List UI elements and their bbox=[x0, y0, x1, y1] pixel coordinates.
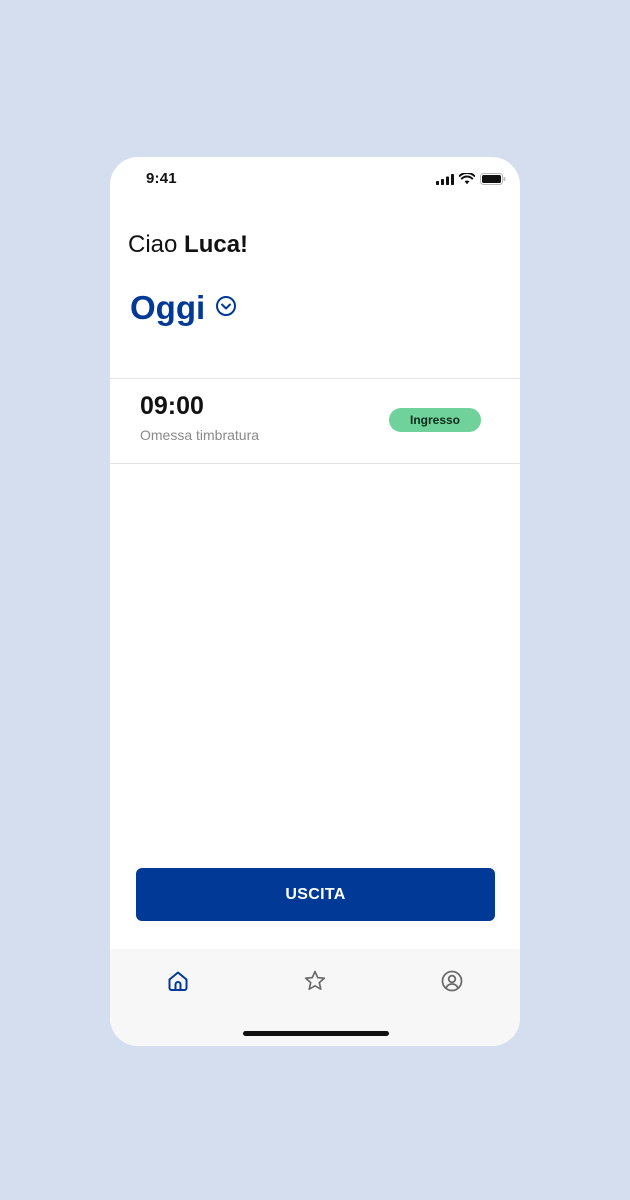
battery-icon bbox=[480, 172, 506, 190]
cellular-signal-icon bbox=[436, 172, 454, 190]
profile-icon bbox=[440, 969, 464, 998]
tab-bar bbox=[110, 949, 520, 1046]
wifi-icon bbox=[458, 171, 476, 190]
status-time: 9:41 bbox=[146, 170, 177, 187]
status-icons bbox=[436, 171, 506, 190]
entry-subtitle: Omessa timbratura bbox=[140, 427, 260, 443]
entry-row[interactable]: 09:00 Omessa timbratura Ingresso bbox=[110, 378, 520, 464]
day-title: Oggi bbox=[130, 289, 206, 326]
tab-home[interactable] bbox=[163, 968, 193, 998]
entry-time: 09:00 bbox=[140, 392, 204, 420]
star-icon bbox=[303, 969, 327, 998]
phone-screen: 9:41 Ciao Luca! Oggi 09:00 Omessa timbra… bbox=[110, 157, 520, 1046]
home-icon bbox=[166, 969, 190, 998]
exit-button[interactable]: USCITA bbox=[136, 868, 495, 921]
greeting-prefix: Ciao bbox=[128, 231, 185, 258]
day-selector[interactable]: Oggi bbox=[130, 289, 237, 327]
tab-profile[interactable] bbox=[437, 968, 467, 998]
greeting-name: Luca! bbox=[184, 231, 249, 258]
entry-type-badge: Ingresso bbox=[389, 408, 481, 432]
tab-favorites[interactable] bbox=[300, 968, 330, 998]
chevron-down-circle-icon bbox=[215, 295, 237, 322]
status-bar: 9:41 bbox=[110, 157, 520, 201]
greeting: Ciao Luca! bbox=[128, 231, 248, 259]
home-indicator bbox=[243, 1031, 389, 1036]
